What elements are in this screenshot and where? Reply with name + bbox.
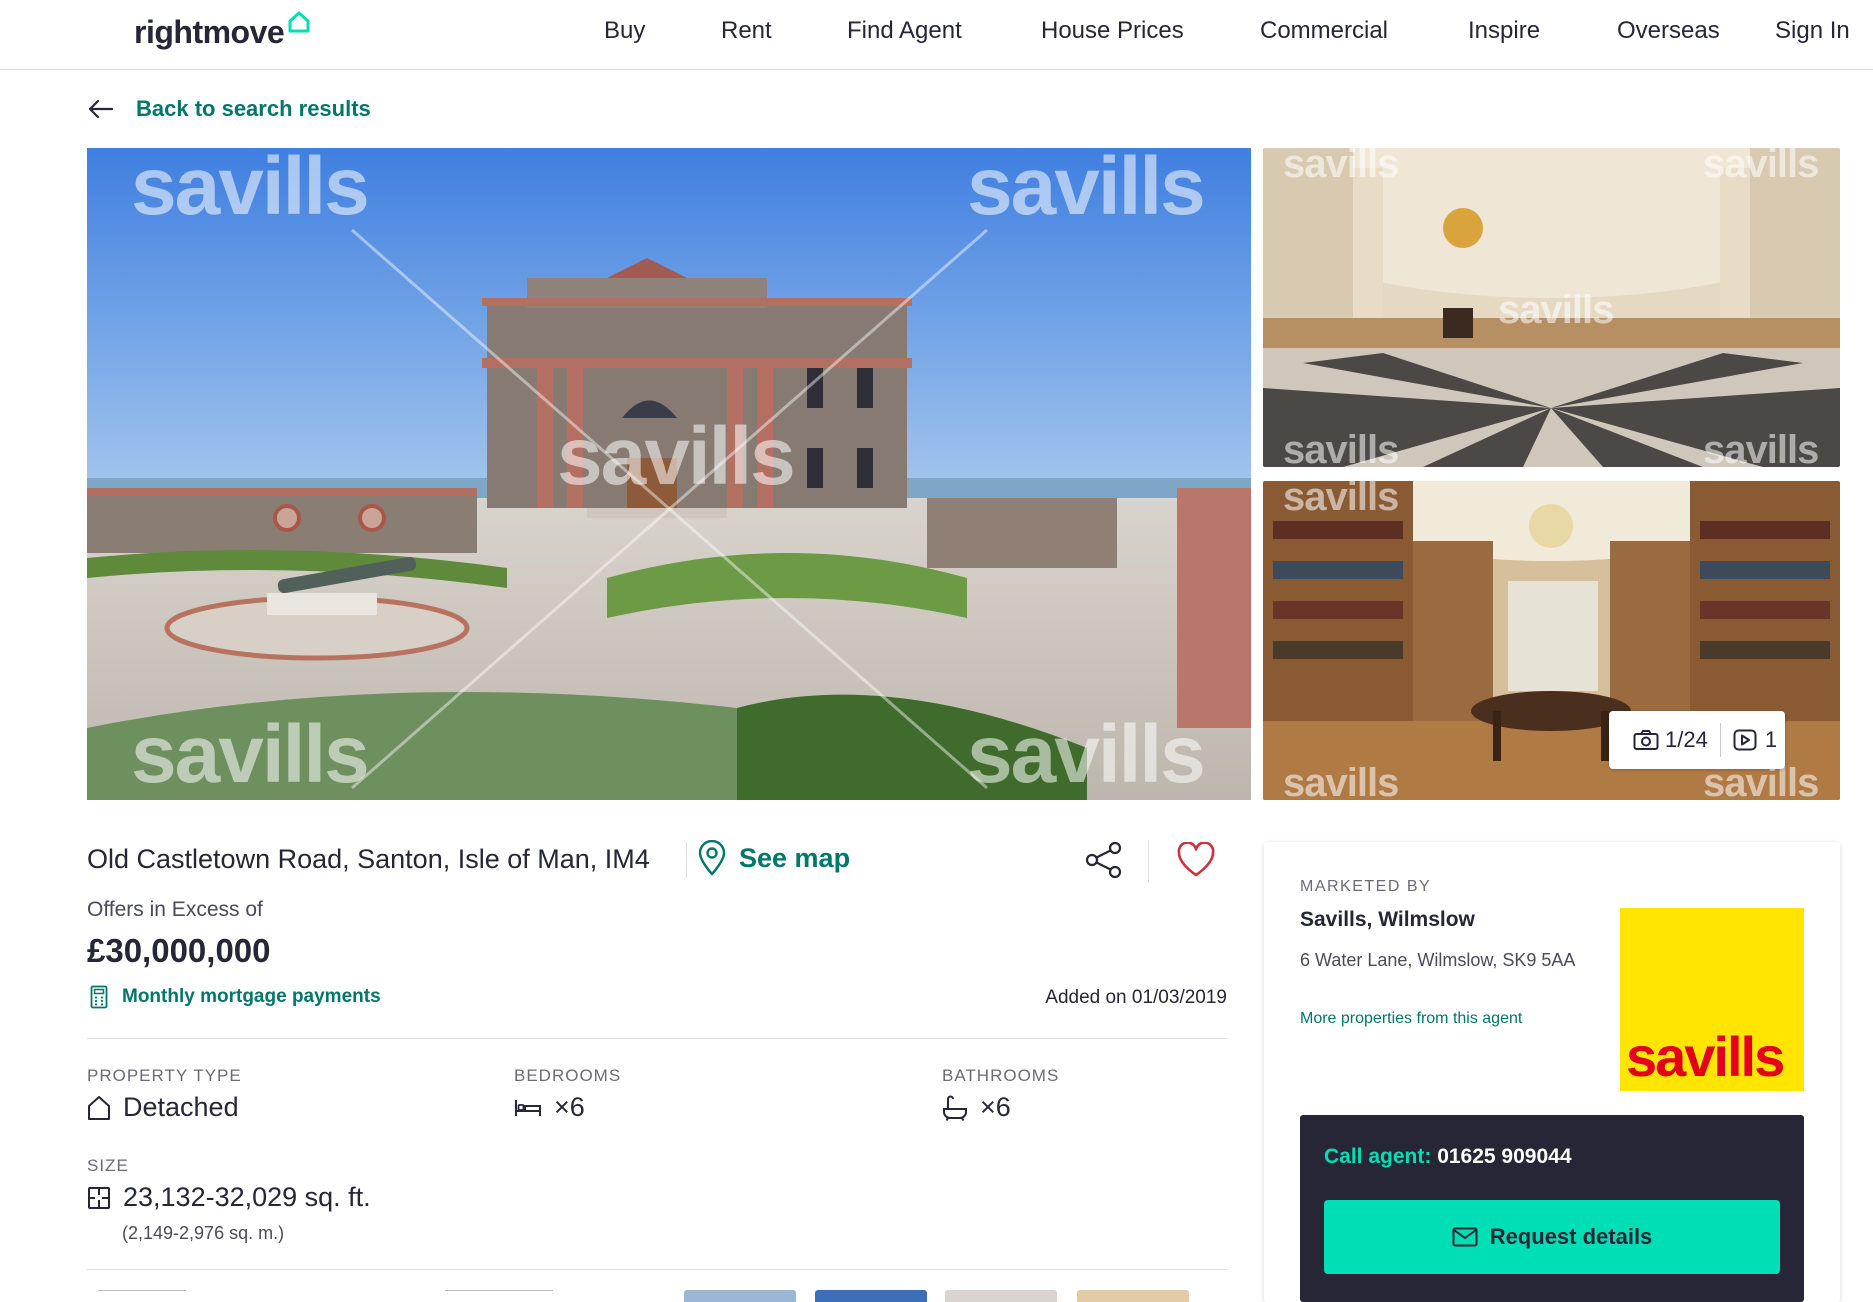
agent-logo-text: savills bbox=[1626, 1025, 1785, 1088]
divider bbox=[87, 1038, 1227, 1039]
map-pin-icon bbox=[698, 840, 726, 876]
watermark-text: savills bbox=[1498, 288, 1614, 332]
house-logo-icon bbox=[288, 11, 310, 33]
media-thumbnail[interactable] bbox=[815, 1290, 927, 1302]
agent-phone-number[interactable]: 01625 909044 bbox=[1437, 1145, 1571, 1168]
share-divider bbox=[1148, 840, 1149, 882]
agent-card: MARKETED BY Savills, Wilmslow 6 Water La… bbox=[1264, 842, 1840, 1302]
agent-address: 6 Water Lane, Wilmslow, SK9 5AA bbox=[1300, 950, 1576, 970]
media-thumbnail[interactable] bbox=[1077, 1290, 1189, 1302]
watermark-text: savills bbox=[131, 148, 370, 232]
property-type-label: PROPERTY TYPE bbox=[87, 1066, 242, 1085]
media-thumbnail[interactable] bbox=[945, 1290, 1057, 1302]
property-type-value: Detached bbox=[87, 1092, 239, 1123]
rightmove-logo[interactable]: rightmove bbox=[134, 11, 311, 51]
watermark-text: savills bbox=[1283, 481, 1399, 519]
bathrooms-count: ×6 bbox=[980, 1092, 1011, 1122]
watermark-text: savills bbox=[1703, 148, 1819, 186]
see-map-link[interactable]: See map bbox=[697, 840, 850, 876]
floorplan-icon bbox=[88, 1186, 110, 1209]
envelope-icon bbox=[1452, 1227, 1478, 1247]
media-thumbnail[interactable] bbox=[684, 1290, 796, 1302]
mortgage-link-label: Monthly mortgage payments bbox=[122, 986, 381, 1007]
watermark-text: savills bbox=[967, 148, 1206, 232]
video-play-icon bbox=[1733, 729, 1757, 751]
agent-name[interactable]: Savills, Wilmslow bbox=[1300, 908, 1475, 932]
nav-find-agent[interactable]: Find Agent bbox=[847, 17, 962, 47]
bed-icon bbox=[515, 1099, 541, 1116]
watermark-text: savills bbox=[1703, 428, 1819, 467]
sign-in-link[interactable]: Sign In bbox=[1775, 17, 1850, 47]
watermark-text: savills bbox=[1283, 428, 1399, 467]
size-sqft: 23,132-32,029 sq. ft. bbox=[123, 1182, 371, 1212]
watermark-text: savills bbox=[1283, 761, 1399, 800]
call-agent-line[interactable]: Call agent: 01625 909044 bbox=[1324, 1145, 1572, 1169]
bath-icon bbox=[943, 1095, 967, 1121]
watermark-text: savills bbox=[557, 411, 796, 502]
nav-overseas[interactable]: Overseas bbox=[1617, 17, 1720, 47]
request-details-button[interactable]: Request details bbox=[1324, 1200, 1780, 1274]
bedrooms-value: ×6 bbox=[514, 1092, 585, 1123]
added-date: Added on 01/03/2019 bbox=[1045, 987, 1227, 1008]
photo-count-label: 1/24 bbox=[1665, 727, 1708, 752]
share-icon bbox=[1085, 841, 1122, 879]
address-divider bbox=[686, 842, 687, 878]
video-count: 1 bbox=[1733, 727, 1777, 753]
counter-divider bbox=[1719, 723, 1721, 757]
logo-text: rightmove bbox=[134, 14, 285, 50]
property-type-text: Detached bbox=[123, 1092, 239, 1122]
calculator-icon bbox=[90, 985, 108, 1009]
floorplan-thumbnail[interactable] bbox=[98, 1290, 186, 1302]
see-map-label: See map bbox=[739, 842, 851, 873]
mortgage-calculator-link[interactable]: Monthly mortgage payments bbox=[90, 985, 381, 1009]
watermark-text: savills bbox=[1283, 148, 1399, 186]
bathrooms-value: ×6 bbox=[942, 1092, 1011, 1123]
divider bbox=[87, 1269, 1227, 1270]
bathrooms-label: BATHROOMS bbox=[942, 1066, 1060, 1085]
price-qualifier: Offers in Excess of bbox=[87, 898, 263, 921]
marketed-by-label: MARKETED BY bbox=[1300, 878, 1432, 895]
nav-inspire[interactable]: Inspire bbox=[1468, 17, 1540, 47]
bedrooms-count: ×6 bbox=[554, 1092, 585, 1122]
site-header: rightmove Buy Rent Find Agent House Pric… bbox=[0, 0, 1873, 70]
house-icon bbox=[88, 1095, 110, 1120]
property-price: £30,000,000 bbox=[87, 932, 271, 969]
save-favourite-button[interactable] bbox=[1176, 841, 1216, 883]
nav-rent[interactable]: Rent bbox=[721, 17, 772, 47]
arrow-left-icon bbox=[88, 99, 114, 119]
property-address: Old Castletown Road, Santon, Isle of Man… bbox=[87, 844, 650, 874]
more-properties-link[interactable]: More properties from this agent bbox=[1300, 1010, 1522, 1028]
heart-icon bbox=[1177, 841, 1215, 877]
call-agent-label: Call agent: bbox=[1324, 1145, 1432, 1168]
photo-count: 1/24 bbox=[1633, 727, 1708, 753]
contact-box: Call agent: 01625 909044 Request details bbox=[1300, 1115, 1804, 1302]
camera-icon bbox=[1633, 730, 1659, 750]
agent-logo[interactable]: savills bbox=[1620, 908, 1804, 1091]
video-count-label: 1 bbox=[1764, 727, 1778, 752]
floorplan-thumbnail[interactable] bbox=[445, 1290, 553, 1302]
nav-house-prices[interactable]: House Prices bbox=[1041, 17, 1184, 47]
watermark-text: savills bbox=[131, 709, 370, 800]
nav-buy[interactable]: Buy bbox=[604, 17, 645, 47]
back-to-search-link[interactable]: Back to search results bbox=[86, 96, 371, 122]
size-value: 23,132-32,029 sq. ft. bbox=[87, 1182, 371, 1213]
request-details-label: Request details bbox=[1489, 1224, 1653, 1249]
thumbnail-photo-hallway[interactable]: savills savills savills savills savills bbox=[1263, 148, 1840, 467]
bedrooms-label: BEDROOMS bbox=[514, 1066, 622, 1085]
share-button[interactable] bbox=[1084, 840, 1124, 885]
size-label: SIZE bbox=[87, 1156, 129, 1175]
main-property-photo[interactable]: savills savills savills savills savills bbox=[87, 148, 1251, 800]
watermark-text: savills bbox=[967, 709, 1206, 800]
gallery-counter[interactable]: 1/24 1 bbox=[1609, 711, 1785, 769]
back-link-label: Back to search results bbox=[136, 96, 371, 121]
size-sqm: (2,149-2,976 sq. m.) bbox=[122, 1223, 285, 1243]
nav-commercial[interactable]: Commercial bbox=[1260, 17, 1388, 47]
